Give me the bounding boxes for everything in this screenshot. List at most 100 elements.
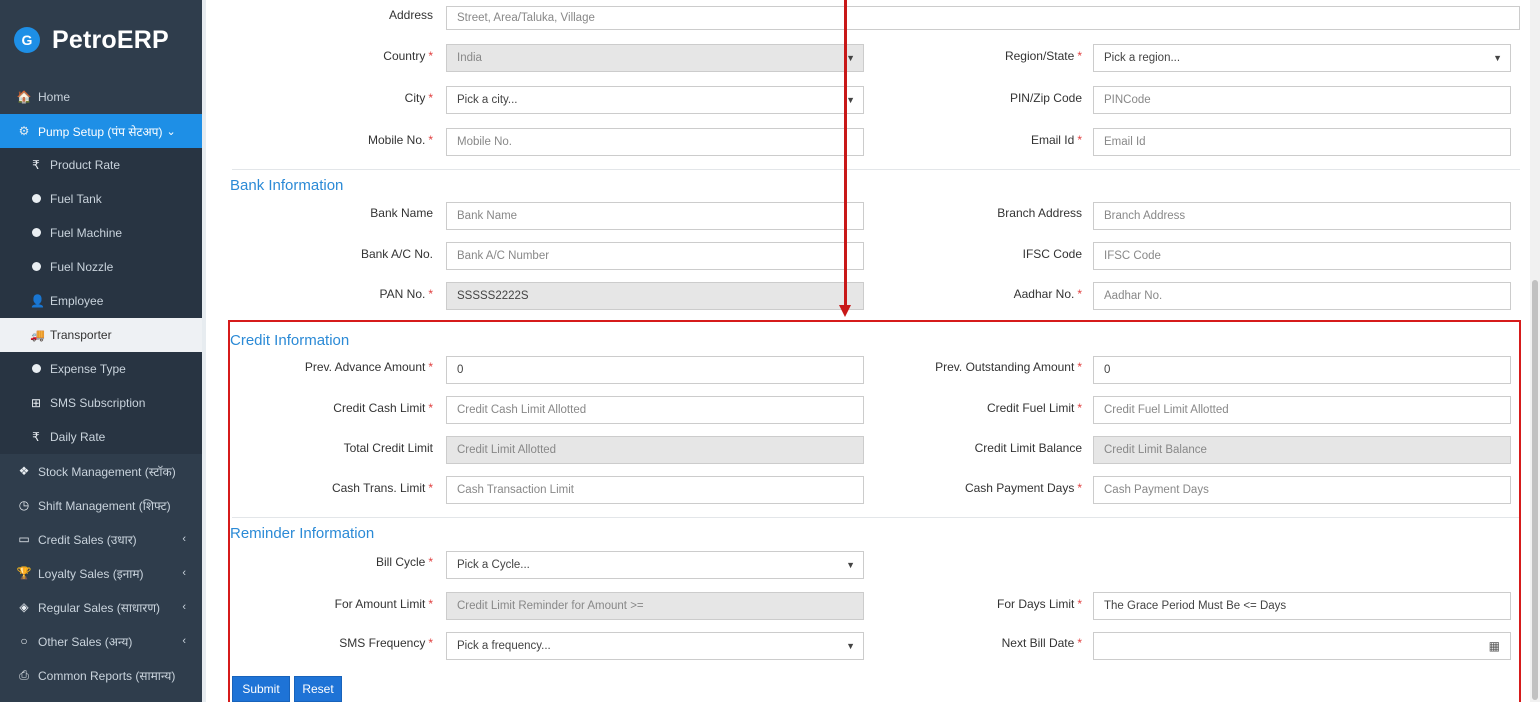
sms-frequency-select[interactable]: Pick a frequency... ▼: [446, 632, 864, 660]
cash-trans-limit-label: Cash Trans. Limit *: [331, 481, 433, 495]
dot-icon: [30, 192, 42, 206]
aadhar-label: Aadhar No. *: [1013, 287, 1082, 301]
sidebar-item-label: Fuel Tank: [50, 192, 102, 206]
prev-advance-input[interactable]: 0: [446, 356, 864, 384]
sidebar-item-daily-sub[interactable]: ₹ Daily Rate: [0, 420, 202, 454]
cube-icon: ◈: [19, 600, 29, 614]
city-select[interactable]: Pick a city... ▼: [446, 86, 864, 114]
sidebar: G PetroERP 🏠 Home ⚙ Pump Setup (पंप सेटअप) ⌄…: [0, 0, 206, 702]
next-bill-date-label: Next Bill Date *: [1001, 636, 1082, 650]
sidebar-item-label: Other Sales (अन्य): [38, 634, 133, 649]
sidebar-item-fuel-sub[interactable]: Fuel Tank: [0, 182, 202, 216]
next-bill-date-input[interactable]: ▦: [1093, 632, 1511, 660]
city-label: City *: [404, 91, 433, 105]
sidebar-item-product-sub[interactable]: ₹ Product Rate: [0, 148, 202, 182]
annotation-arrow-line: [844, 0, 847, 306]
credit-limit-balance-label: Credit Limit Balance: [974, 441, 1082, 455]
user-icon: 👤: [30, 294, 45, 308]
sidebar-item-label: Transporter: [50, 328, 112, 342]
for-amount-limit-input[interactable]: Credit Limit Reminder for Amount >=: [446, 592, 864, 620]
sidebar-item-pump[interactable]: ⚙ Pump Setup (पंप सेटअप) ⌄: [0, 114, 202, 148]
sidebar-item-expense-sub[interactable]: Expense Type: [0, 352, 202, 386]
bank-name-label: Bank Name: [370, 206, 433, 220]
bill-cycle-select[interactable]: Pick a Cycle... ▼: [446, 551, 864, 579]
sidebar-item-home[interactable]: 🏠 Home: [0, 80, 202, 114]
bank-ac-input[interactable]: Bank A/C Number: [446, 242, 864, 270]
sidebar-item-common[interactable]: ⎙ Common Reports (सामान्य): [0, 658, 202, 692]
truck-icon: 🚚: [30, 328, 45, 342]
petroerp-logo-icon: G: [14, 27, 40, 53]
dot-icon: [30, 226, 42, 240]
sidebar-item-sms-sub[interactable]: ⊞ SMS Subscription: [0, 386, 202, 420]
country-select[interactable]: India ▼: [446, 44, 864, 72]
calendar-icon[interactable]: ▦: [1489, 639, 1500, 653]
credit-card-icon: ▭: [18, 532, 30, 546]
brand[interactable]: G PetroERP: [0, 0, 202, 80]
sidebar-item-label: Credit Sales (उधार): [38, 532, 137, 547]
prev-advance-label: Prev. Advance Amount *: [304, 360, 433, 374]
ifsc-input[interactable]: IFSC Code: [1093, 242, 1511, 270]
email-input[interactable]: Email Id: [1093, 128, 1511, 156]
bank-ac-label: Bank A/C No.: [360, 247, 433, 261]
sidebar-item-fuel-sub[interactable]: Fuel Machine: [0, 216, 202, 250]
main-content: Address Street, Area/Taluka, Village Cou…: [210, 0, 1530, 702]
cash-trans-limit-input[interactable]: Cash Transaction Limit: [446, 476, 864, 504]
pin-input[interactable]: PINCode: [1093, 86, 1511, 114]
sidebar-item-label: Expense Type: [50, 362, 126, 376]
sidebar-item-label: Fuel Machine: [50, 226, 123, 240]
scrollbar-thumb[interactable]: [1532, 280, 1538, 700]
chevron-icon: ‹: [182, 601, 186, 613]
sidebar-item-shift[interactable]: ◷ Shift Management (शिफ्ट): [0, 488, 202, 522]
sidebar-item-fuel-sub[interactable]: Fuel Nozzle: [0, 250, 202, 284]
clock-icon: ◷: [18, 498, 30, 512]
sidebar-item-label: Product Rate: [50, 158, 121, 172]
pan-input[interactable]: SSSSS2222S: [446, 282, 864, 310]
branch-address-input[interactable]: Branch Address: [1093, 202, 1511, 230]
cash-payment-days-input[interactable]: Cash Payment Days: [1093, 476, 1511, 504]
for-days-limit-input[interactable]: The Grace Period Must Be <= Days: [1093, 592, 1511, 620]
chevron-icon: ‹: [182, 635, 186, 647]
dot-icon: [30, 260, 42, 274]
bill-cycle-label: Bill Cycle *: [375, 555, 433, 569]
credit-limit-balance-input[interactable]: Credit Limit Balance: [1093, 436, 1511, 464]
sidebar-item-label: Pump Setup (पंप सेटअप): [38, 124, 163, 139]
pan-label: PAN No. *: [379, 287, 433, 301]
chevron-down-icon: ▼: [846, 95, 855, 105]
sidebar-item-label: Employee: [50, 294, 104, 308]
cubes-icon: ❖: [18, 464, 30, 478]
sidebar-item-employee-sub[interactable]: 👤 Employee: [0, 284, 202, 318]
total-credit-limit-label: Total Credit Limit: [343, 441, 433, 455]
chevron-icon: ‹: [182, 567, 186, 579]
branch-address-label: Branch Address: [997, 206, 1082, 220]
total-credit-limit-input[interactable]: Credit Limit Allotted: [446, 436, 864, 464]
credit-cash-limit-label: Credit Cash Limit *: [333, 401, 433, 415]
region-select[interactable]: Pick a region... ▼: [1093, 44, 1511, 72]
sidebar-item-stock[interactable]: ❖ Stock Management (स्टॉक): [0, 454, 202, 488]
sidebar-item-regular[interactable]: ◈ Regular Sales (साधारण) ‹: [0, 590, 202, 624]
region-label: Region/State *: [1004, 49, 1082, 63]
mobile-input[interactable]: Mobile No.: [446, 128, 864, 156]
aadhar-input[interactable]: Aadhar No.: [1093, 282, 1511, 310]
sidebar-item-transporter-sub[interactable]: 🚚 Transporter: [0, 318, 202, 352]
address-label: Address: [388, 8, 433, 22]
dot-icon: [30, 362, 42, 376]
address-input[interactable]: Street, Area/Taluka, Village: [446, 6, 1520, 30]
sidebar-item-label: Home: [38, 90, 71, 104]
page-scrollbar[interactable]: [1530, 0, 1540, 702]
brand-name: PetroERP: [52, 25, 169, 54]
sidebar-item-loyalty[interactable]: 🏆 Loyalty Sales (इनाम) ‹: [0, 556, 202, 590]
sidebar-item-label: Daily Rate: [50, 430, 106, 444]
bank-name-input[interactable]: Bank Name: [446, 202, 864, 230]
chevron-down-icon: ▼: [846, 53, 855, 63]
cash-payment-days-label: Cash Payment Days *: [964, 481, 1082, 495]
submit-button[interactable]: Submit: [232, 676, 290, 702]
chevron-down-icon: ▼: [846, 641, 855, 651]
sidebar-item-credit[interactable]: ▭ Credit Sales (उधार) ‹: [0, 522, 202, 556]
prev-outstanding-input[interactable]: 0: [1093, 356, 1511, 384]
reset-button[interactable]: Reset: [294, 676, 342, 702]
sidebar-item-label: Shift Management (शिफ्ट): [38, 498, 171, 513]
credit-cash-limit-input[interactable]: Credit Cash Limit Allotted: [446, 396, 864, 424]
sidebar-nav: 🏠 Home ⚙ Pump Setup (पंप सेटअप) ⌄ ₹ Product Ra…: [0, 80, 202, 692]
sidebar-item-other[interactable]: ○ Other Sales (अन्य) ‹: [0, 624, 202, 658]
credit-fuel-limit-input[interactable]: Credit Fuel Limit Allotted: [1093, 396, 1511, 424]
